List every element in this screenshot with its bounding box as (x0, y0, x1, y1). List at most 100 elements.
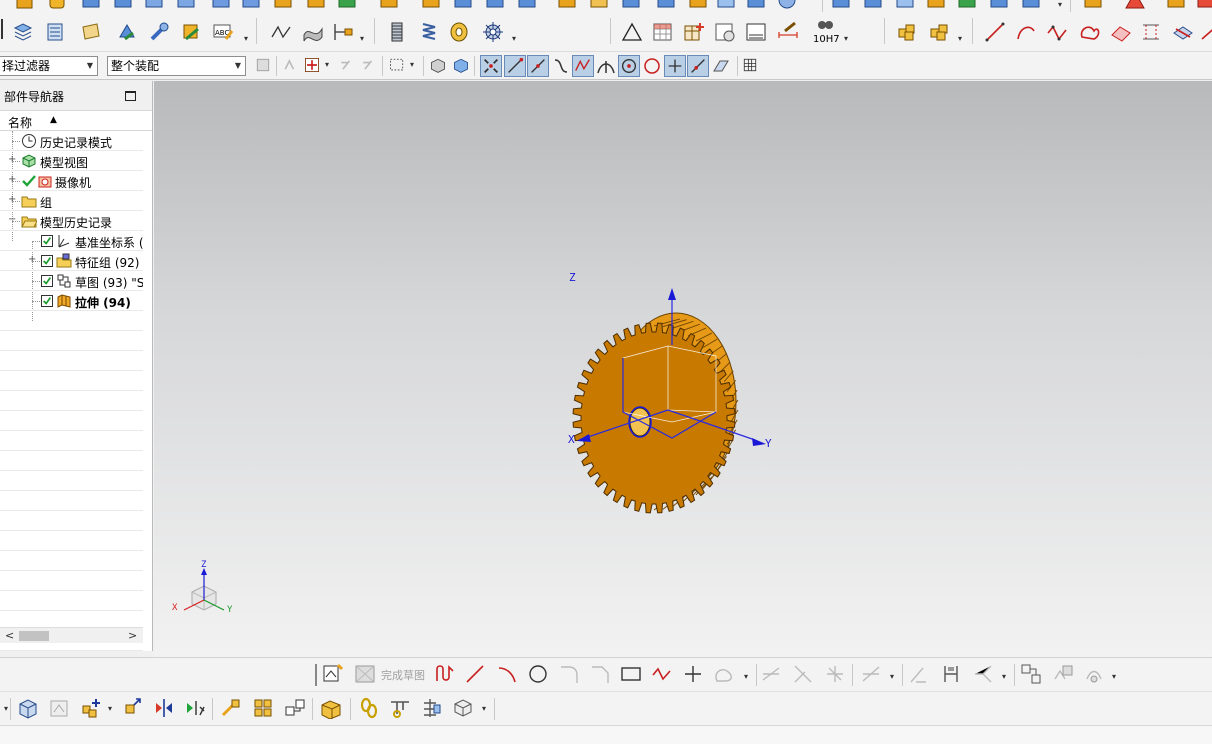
delete-icon[interactable] (1165, 0, 1187, 11)
geometric-constraint-icon[interactable] (908, 663, 930, 685)
tree-item-model-history[interactable]: − 模型历史记录 (0, 211, 143, 231)
edge-blend-icon[interactable] (378, 0, 400, 11)
visibility-checkbox[interactable] (41, 295, 53, 307)
expand-icon[interactable]: + (8, 194, 16, 205)
cone-icon[interactable] (80, 0, 102, 11)
note-icon[interactable] (80, 21, 102, 43)
quick-extend-icon[interactable] (792, 663, 814, 685)
expand-icon[interactable]: + (28, 254, 36, 265)
snap-points-icon[interactable] (480, 55, 502, 77)
select-face-icon[interactable] (338, 56, 356, 74)
move-component-icon[interactable] (122, 697, 144, 719)
intersect-curve-icon[interactable] (1172, 21, 1194, 43)
mirror-curve-icon[interactable] (860, 663, 882, 685)
finish-sketch-label[interactable]: 完成草图 (381, 667, 425, 683)
sketch-fillet-icon[interactable] (558, 663, 580, 685)
add-component-icon[interactable] (48, 697, 70, 719)
surface-patch-icon[interactable] (302, 21, 324, 43)
alternate-solution-icon[interactable] (1083, 663, 1105, 685)
assembly-navigator-icon[interactable] (17, 697, 39, 719)
close-part-icon[interactable] (1195, 0, 1212, 11)
boolean-subtract-icon[interactable] (175, 0, 197, 11)
trim-body-icon[interactable] (516, 0, 538, 11)
dimension-tool-icon[interactable] (777, 21, 799, 43)
feature-tool-icon[interactable] (148, 21, 170, 43)
tree-item-sketch[interactable]: 草图 (93) "S (0, 271, 143, 291)
component-pattern-icon[interactable] (252, 697, 274, 719)
bearing-icon[interactable] (448, 21, 470, 43)
select-sheet-body-icon[interactable] (452, 56, 470, 74)
trim-curve-icon[interactable] (1200, 21, 1212, 43)
view-back-icon[interactable] (1020, 0, 1042, 11)
pad-icon[interactable] (305, 0, 327, 11)
shell-icon[interactable] (452, 0, 474, 11)
pattern-icon[interactable] (588, 0, 610, 11)
orientation-triad[interactable] (183, 568, 225, 611)
project-curve-icon[interactable] (1140, 21, 1162, 43)
chain-link-icon[interactable] (358, 697, 380, 719)
maximize-icon[interactable] (125, 91, 136, 101)
snap-intersection-icon[interactable] (572, 55, 594, 77)
sketch-polygon-icon[interactable] (651, 663, 673, 685)
mirror-assembly-icon[interactable] (153, 697, 175, 719)
slot-icon[interactable] (336, 0, 358, 11)
tree-item-groups[interactable]: + 组 (0, 191, 143, 211)
scroll-left-icon[interactable]: < (5, 629, 14, 642)
routing-component-icon[interactable] (420, 697, 442, 719)
name-column-header[interactable]: 名称 ▲ (0, 111, 152, 131)
sketch-point-icon[interactable] (682, 663, 704, 685)
fillet-curve-icon[interactable] (1078, 21, 1100, 43)
tree-item-cameras[interactable]: + 摄像机 (0, 171, 143, 191)
graphics-viewport[interactable]: Z X Y Z X Y (154, 81, 1212, 657)
view-right-icon[interactable] (988, 0, 1010, 11)
auto-constraint-icon[interactable] (972, 663, 994, 685)
exploded-view-icon[interactable] (320, 697, 342, 719)
mirror-body-icon[interactable] (556, 0, 578, 11)
cylinder-icon[interactable] (46, 0, 68, 11)
visibility-checkbox[interactable] (41, 235, 53, 247)
tree-item-datum-csys[interactable]: 基准坐标系 ( (0, 231, 143, 251)
stack-layers-icon[interactable] (12, 21, 34, 43)
snap-control-point-icon[interactable] (550, 55, 572, 77)
assembly-scope-dropdown[interactable]: 整个装配 ▼ (107, 56, 246, 76)
visibility-checkbox[interactable] (41, 255, 53, 267)
snap-existing-point-icon[interactable] (664, 55, 686, 77)
boolean-unite-icon[interactable] (143, 0, 165, 11)
wave-geometry-linker-icon[interactable] (220, 697, 242, 719)
expand-icon[interactable]: + (8, 174, 16, 185)
measure-icon[interactable] (745, 0, 767, 11)
sketch-line-icon[interactable] (464, 663, 486, 685)
snap-point-on-face-icon[interactable] (710, 55, 732, 77)
line-icon[interactable] (984, 21, 1006, 43)
boss-icon[interactable] (240, 0, 262, 11)
tree-item-model-views[interactable]: + 模型视图 (0, 151, 143, 171)
tree-item-history-mode[interactable]: 历史记录模式 (0, 131, 143, 151)
gear-tool-icon[interactable] (482, 21, 504, 43)
replace-component-icon[interactable] (284, 697, 306, 719)
view-orient-icon[interactable] (830, 0, 852, 11)
view-top-icon[interactable] (894, 0, 916, 11)
select-feature-icon[interactable] (282, 56, 300, 74)
sketch-circle-icon[interactable] (527, 663, 549, 685)
extract-icon[interactable] (715, 0, 737, 11)
assembly-component-icon[interactable] (896, 21, 918, 43)
sketch-chamfer-icon[interactable] (589, 663, 611, 685)
studio-spline-icon[interactable] (1046, 21, 1068, 43)
view-front-icon[interactable] (862, 0, 884, 11)
offset-face-icon[interactable] (620, 0, 642, 11)
tree-item-extrude[interactable]: 拉伸 (94) (0, 291, 143, 311)
new-component-icon[interactable] (80, 697, 102, 719)
layer-icon[interactable] (1082, 0, 1104, 11)
visibility-checkbox[interactable] (41, 275, 53, 287)
settings-table-icon[interactable] (714, 21, 736, 43)
view-iso-icon[interactable] (925, 0, 947, 11)
snap-point-on-curve-icon[interactable] (687, 55, 709, 77)
sketch-rectangle-icon[interactable] (620, 663, 642, 685)
pocket-icon[interactable] (272, 0, 294, 11)
feature-blue-icon[interactable] (116, 21, 138, 43)
sew-icon[interactable] (655, 0, 677, 11)
snap-arc-center-icon[interactable] (595, 55, 617, 77)
grid-icon[interactable] (741, 56, 759, 74)
filter-settings-icon[interactable] (254, 56, 272, 74)
warning-icon[interactable] (1124, 0, 1146, 11)
